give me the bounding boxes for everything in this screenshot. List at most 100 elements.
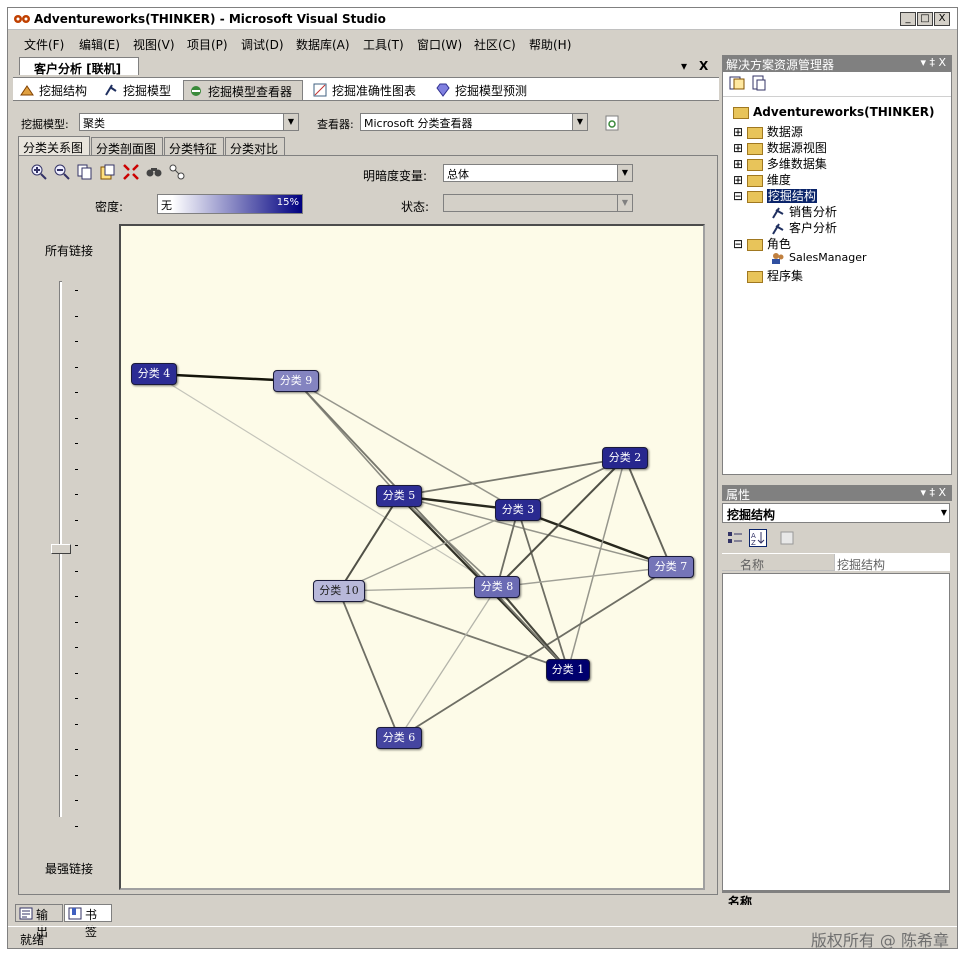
- status-text: 就绪: [20, 933, 45, 947]
- tree-item-datasources[interactable]: ⊞ 数据源: [733, 123, 803, 140]
- cluster-link: [398, 566, 672, 739]
- cluster-node-2[interactable]: 分类 2: [602, 447, 648, 469]
- mining-structure-icon: [772, 222, 784, 235]
- tree-item-roles[interactable]: ⊟ 角色: [733, 235, 791, 252]
- tab-model-viewer[interactable]: 挖掘模型查看器: [183, 80, 303, 100]
- chevron-down-icon[interactable]: ▼: [617, 195, 632, 211]
- state-select[interactable]: ▼: [443, 194, 633, 212]
- shading-variable-select[interactable]: 总体 ▼: [443, 164, 633, 182]
- viewer-select[interactable]: Microsoft 分类查看器 ▼: [360, 113, 588, 131]
- tab-cluster-characteristics[interactable]: 分类特征: [164, 137, 224, 156]
- tab-model-prediction[interactable]: 挖掘模型预测: [431, 80, 551, 100]
- state-label: 状态:: [401, 200, 430, 214]
- cluster-node-3[interactable]: 分类 3: [495, 499, 541, 521]
- cluster-node-9[interactable]: 分类 9: [273, 370, 319, 392]
- chevron-down-icon[interactable]: ▼: [617, 165, 632, 181]
- tab-cluster-discrimination[interactable]: 分类对比: [225, 137, 285, 156]
- cluster-links: [153, 372, 672, 739]
- cluster-node-1[interactable]: 分类 1: [546, 659, 590, 681]
- cluster-node-4[interactable]: 分类 4: [131, 363, 177, 385]
- chevron-down-icon[interactable]: ▼: [941, 508, 947, 517]
- menu-database[interactable]: 数据库(A): [296, 36, 350, 53]
- menu-debug[interactable]: 调试(D): [241, 36, 284, 53]
- cluster-node-5[interactable]: 分类 5: [376, 485, 422, 507]
- close-button[interactable]: X: [934, 12, 950, 26]
- cluster-link: [338, 590, 400, 739]
- zoom-in-icon[interactable]: [31, 164, 47, 180]
- menu-window[interactable]: 窗口(W): [417, 36, 462, 53]
- property-pages-icon[interactable]: [779, 530, 795, 546]
- find-node-icon[interactable]: [146, 164, 162, 180]
- tree-item-assemblies[interactable]: 程序集: [747, 267, 803, 284]
- layout-icon[interactable]: [169, 164, 185, 180]
- menu-tools[interactable]: 工具(T): [363, 36, 404, 53]
- show-all-files-icon[interactable]: [751, 75, 767, 91]
- output-icon: [19, 907, 33, 920]
- document-tab[interactable]: 客户分析 [联机]: [19, 57, 139, 76]
- menu-edit[interactable]: 编辑(E): [79, 36, 120, 53]
- properties-icon[interactable]: [729, 75, 745, 91]
- solution-root[interactable]: Adventureworks(THINKER): [733, 105, 935, 119]
- tree-item-sales-analysis[interactable]: 销售分析: [771, 203, 837, 220]
- slider-tick: [75, 647, 78, 648]
- maximize-button[interactable]: □: [917, 12, 933, 26]
- tab-cluster-profiles[interactable]: 分类剖面图: [91, 137, 163, 156]
- tab-output[interactable]: 输出: [15, 904, 63, 939]
- viewer-label: 查看器:: [317, 118, 354, 131]
- fit-to-window-icon[interactable]: [123, 164, 139, 180]
- menu-community[interactable]: 社区(C): [474, 36, 516, 53]
- slider-tick: [75, 315, 78, 317]
- density-max: 15%: [276, 197, 299, 208]
- menu-project[interactable]: 项目(P): [187, 36, 228, 53]
- tab-cluster-diagram[interactable]: 分类关系图: [18, 136, 90, 157]
- slider-thumb[interactable]: [51, 544, 71, 554]
- cluster-link: [153, 373, 498, 588]
- cluster-node-10[interactable]: 分类 10: [313, 580, 365, 602]
- copy-graph-icon[interactable]: [100, 164, 116, 180]
- slider-tick: [75, 366, 78, 368]
- zoom-out-icon[interactable]: [54, 164, 70, 180]
- slider-tick: [75, 341, 78, 342]
- tree-item-mining-structures[interactable]: ⊟ 挖掘结构: [733, 187, 817, 204]
- tab-bookmarks[interactable]: 书签: [64, 904, 112, 939]
- tab-accuracy-chart[interactable]: 挖掘准确性图表: [308, 80, 428, 100]
- cluster-node-8[interactable]: 分类 8: [474, 576, 520, 598]
- categorized-icon[interactable]: [727, 530, 743, 546]
- property-row[interactable]: 名称 挖掘结构: [722, 553, 950, 572]
- tree-item-dsv[interactable]: ⊞ 数据源视图: [733, 139, 827, 156]
- minimize-button[interactable]: _: [900, 12, 916, 26]
- bookmark-icon: [68, 907, 82, 920]
- slider-tick: [75, 570, 78, 572]
- slider-tick: [75, 519, 78, 521]
- tree-item-customer-analysis[interactable]: 客户分析: [771, 219, 837, 236]
- copy-icon[interactable]: [77, 164, 93, 180]
- chevron-down-icon[interactable]: ▼: [283, 114, 298, 130]
- slider-tick: [75, 825, 78, 827]
- slider-tick: [75, 468, 78, 470]
- visual-studio-icon: [14, 15, 30, 23]
- tab-mining-structure[interactable]: 挖掘结构: [15, 80, 95, 100]
- tree-item-dimensions[interactable]: ⊞ 维度: [733, 171, 791, 188]
- alphabetical-icon[interactable]: AZ: [749, 529, 767, 547]
- menu-bar: 文件(F) 编辑(E) 视图(V) 项目(P) 调试(D) 数据库(A) 工具(…: [8, 31, 957, 53]
- doc-dropdown-icon[interactable]: ▾: [681, 59, 687, 73]
- tab-mining-model[interactable]: 挖掘模型: [99, 80, 179, 100]
- properties-object-select[interactable]: 挖掘结构 ▼: [722, 503, 950, 523]
- menu-view[interactable]: 视图(V): [133, 36, 175, 53]
- doc-close-icon[interactable]: X: [699, 59, 708, 73]
- refresh-icon[interactable]: [605, 115, 619, 131]
- model-select[interactable]: 聚类 ▼: [79, 113, 299, 131]
- tree-item-cubes[interactable]: ⊞ 多维数据集: [733, 155, 827, 172]
- folder-open-icon: [746, 190, 763, 203]
- menu-file[interactable]: 文件(F): [24, 36, 64, 53]
- slider-tick: [75, 698, 78, 699]
- cluster-node-7[interactable]: 分类 7: [648, 556, 694, 578]
- pane-controls[interactable]: ▾ ‡ X: [920, 56, 946, 69]
- pane-controls[interactable]: ▾ ‡ X: [920, 486, 946, 499]
- tree-item-salesmanager[interactable]: SalesManager: [771, 251, 867, 264]
- cluster-node-6[interactable]: 分类 6: [376, 727, 422, 749]
- menu-help[interactable]: 帮助(H): [529, 36, 571, 53]
- slider-top-label: 所有链接: [45, 244, 94, 258]
- title-bar: Adventureworks(THINKER) - Microsoft Visu…: [8, 8, 957, 30]
- chevron-down-icon[interactable]: ▼: [572, 114, 587, 130]
